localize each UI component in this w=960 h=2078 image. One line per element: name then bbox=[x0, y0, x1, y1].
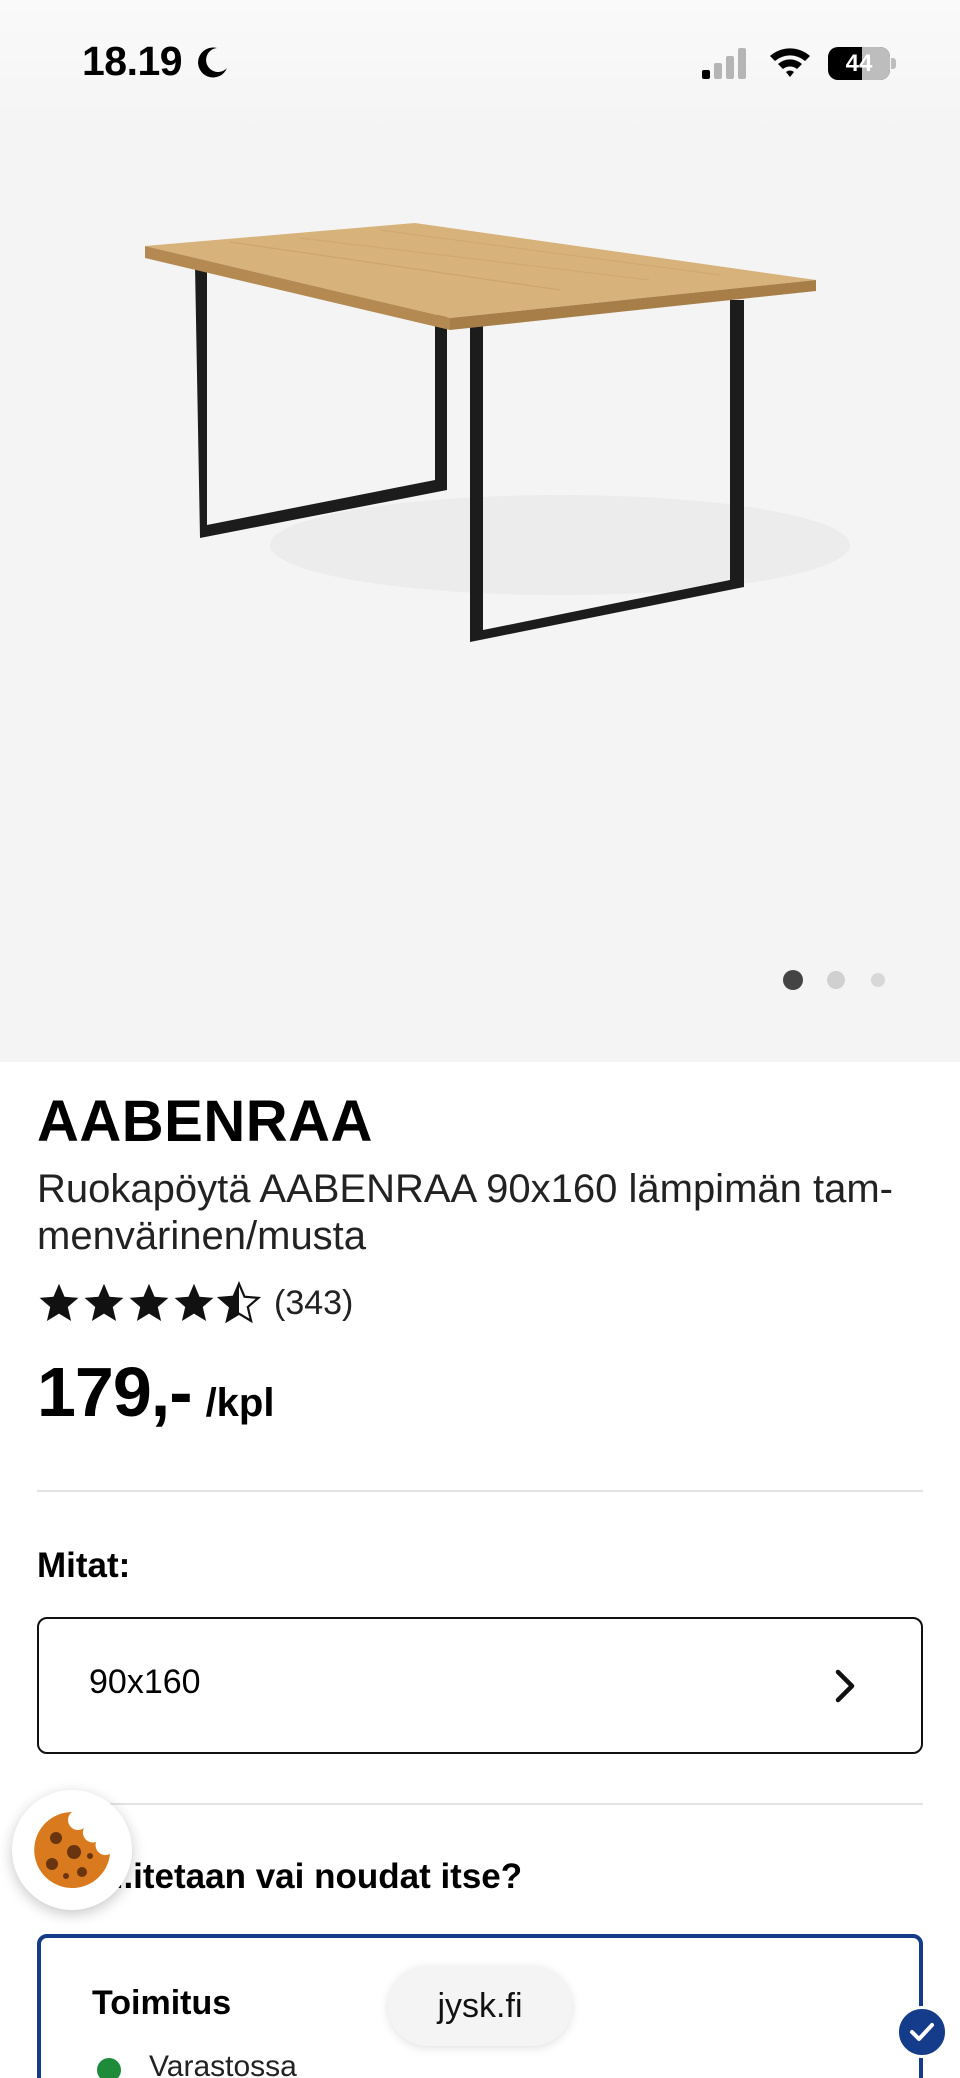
divider bbox=[37, 1490, 923, 1492]
size-selector[interactable]: 90x160 bbox=[37, 1617, 923, 1754]
divider bbox=[37, 1803, 923, 1805]
product-image bbox=[145, 223, 850, 642]
browser-url-bar[interactable]: jysk.fi bbox=[388, 1966, 572, 2046]
star-full-icon bbox=[84, 1283, 124, 1321]
status-bar: 18.19 44 bbox=[0, 0, 960, 130]
price-row: 179,- /kpl bbox=[37, 1352, 274, 1432]
star-full-icon bbox=[39, 1283, 79, 1321]
gallery-dot-1[interactable] bbox=[783, 970, 803, 990]
delivery-option-title: Toimitus bbox=[92, 1984, 232, 2022]
gallery-pagination[interactable] bbox=[780, 968, 900, 992]
signal-icon bbox=[702, 48, 746, 79]
cookie-icon bbox=[34, 1812, 110, 1888]
delivery-heading: ...itetaan vai noudat itse? bbox=[104, 1857, 523, 1896]
moon-icon bbox=[198, 47, 227, 78]
stock-status: Varastossa bbox=[149, 2050, 297, 2078]
product-brand: AABENRAA bbox=[37, 1089, 373, 1154]
product-gallery[interactable] bbox=[0, 0, 960, 1062]
cookie-settings-button[interactable] bbox=[12, 1790, 132, 1910]
product-name: Ruokapöytä AABENRAA 90x160 lämpimän tam-… bbox=[37, 1167, 893, 1258]
size-label: Mitat: bbox=[37, 1546, 131, 1585]
in-stock-indicator bbox=[97, 2058, 121, 2078]
gallery-dot-3[interactable] bbox=[871, 973, 885, 987]
price-unit: /kpl bbox=[205, 1381, 275, 1425]
star-half-icon bbox=[217, 1281, 261, 1324]
size-value: 90x160 bbox=[89, 1663, 201, 1701]
battery-level: 44 bbox=[845, 50, 873, 77]
star-full-icon bbox=[174, 1283, 214, 1321]
review-count[interactable]: (343) bbox=[274, 1284, 353, 1323]
chevron-right-icon bbox=[835, 1669, 855, 1703]
star-full-icon bbox=[129, 1283, 169, 1321]
product-rating[interactable]: (343) bbox=[37, 1280, 353, 1326]
battery-icon: 44 bbox=[828, 47, 896, 80]
gallery-dot-2[interactable] bbox=[827, 971, 845, 989]
product-price: 179,- bbox=[37, 1353, 193, 1431]
wifi-icon bbox=[770, 48, 810, 77]
selected-check-icon bbox=[896, 2006, 948, 2058]
status-time: 18.19 bbox=[82, 38, 183, 84]
